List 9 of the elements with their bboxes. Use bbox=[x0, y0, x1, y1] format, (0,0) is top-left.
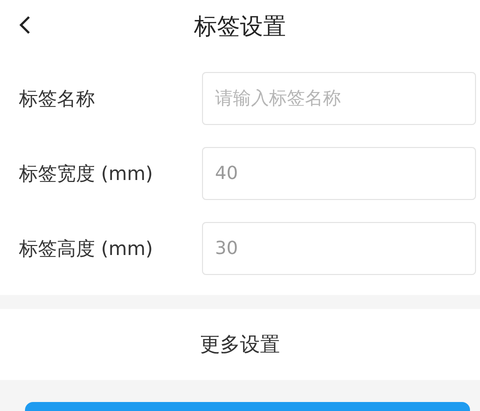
field-label: 标签高度 (mm) bbox=[19, 236, 154, 262]
input-field[interactable]: 40 bbox=[202, 147, 476, 200]
field-label: 标签名称 bbox=[19, 86, 96, 112]
input-field[interactable]: 请输入标签名称 bbox=[202, 72, 476, 125]
input-field[interactable]: 30 bbox=[202, 222, 476, 275]
back-chevron-icon bbox=[18, 15, 32, 35]
page-title: 标签设置 bbox=[194, 12, 286, 42]
field-label: 标签宽度 (mm) bbox=[19, 162, 154, 186]
section-title: 更多设置 bbox=[200, 331, 280, 358]
